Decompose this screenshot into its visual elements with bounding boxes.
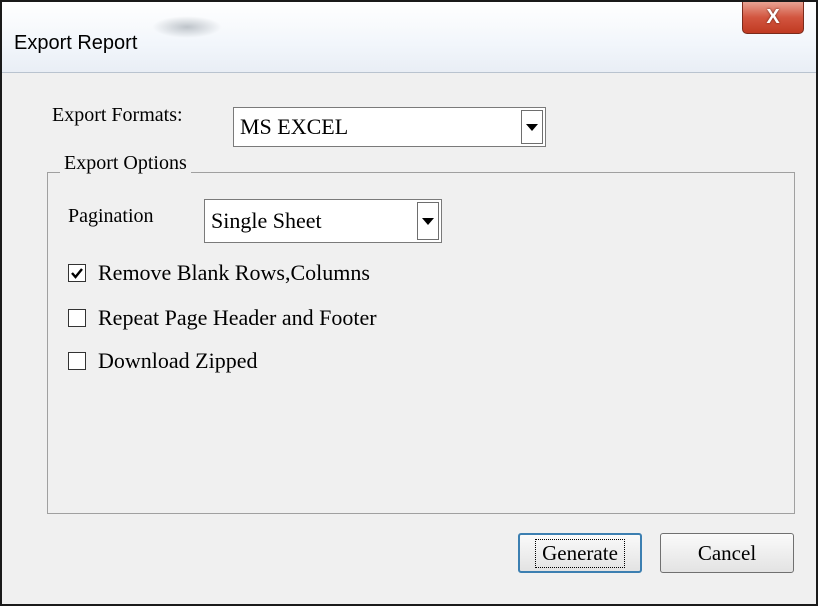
checkbox[interactable]	[68, 352, 86, 370]
pagination-value: Single Sheet	[211, 208, 322, 233]
checkbox-repeat-header-footer[interactable]: Repeat Page Header and Footer	[68, 305, 377, 331]
generate-button[interactable]: Generate	[518, 533, 642, 573]
checkbox-label: Repeat Page Header and Footer	[98, 305, 377, 330]
close-button[interactable]: X	[742, 2, 804, 34]
export-formats-dropdown-button[interactable]	[521, 110, 543, 144]
checkbox-label: Remove Blank Rows,Columns	[98, 260, 370, 285]
export-formats-label: Export Formats:	[52, 104, 183, 126]
pagination-dropdown-button[interactable]	[417, 202, 439, 240]
checkbox-remove-blank[interactable]: Remove Blank Rows,Columns	[68, 260, 370, 286]
title-bar: Export Report X	[2, 2, 816, 73]
checkbox-label: Download Zipped	[98, 348, 258, 373]
checkbox[interactable]	[68, 309, 86, 327]
pagination-label: Pagination	[68, 205, 154, 227]
cancel-button-label: Cancel	[697, 540, 757, 565]
generate-button-label: Generate	[535, 538, 625, 568]
close-icon: X	[766, 6, 780, 28]
chevron-down-icon	[422, 217, 434, 225]
checkbox-download-zipped[interactable]: Download Zipped	[68, 348, 257, 374]
dialog-title: Export Report	[14, 32, 138, 54]
export-formats-value: MS EXCEL	[240, 114, 349, 139]
chevron-down-icon	[526, 123, 538, 131]
export-options-legend: Export Options	[60, 152, 191, 175]
export-report-dialog: Export Report X Export Formats: MS EXCEL…	[0, 0, 818, 606]
export-formats-select[interactable]: MS EXCEL	[233, 107, 546, 147]
check-icon	[71, 268, 83, 279]
checkbox[interactable]	[68, 264, 86, 282]
titlebar-smudge	[152, 16, 222, 38]
pagination-select[interactable]: Single Sheet	[204, 199, 442, 243]
cancel-button[interactable]: Cancel	[660, 533, 794, 573]
